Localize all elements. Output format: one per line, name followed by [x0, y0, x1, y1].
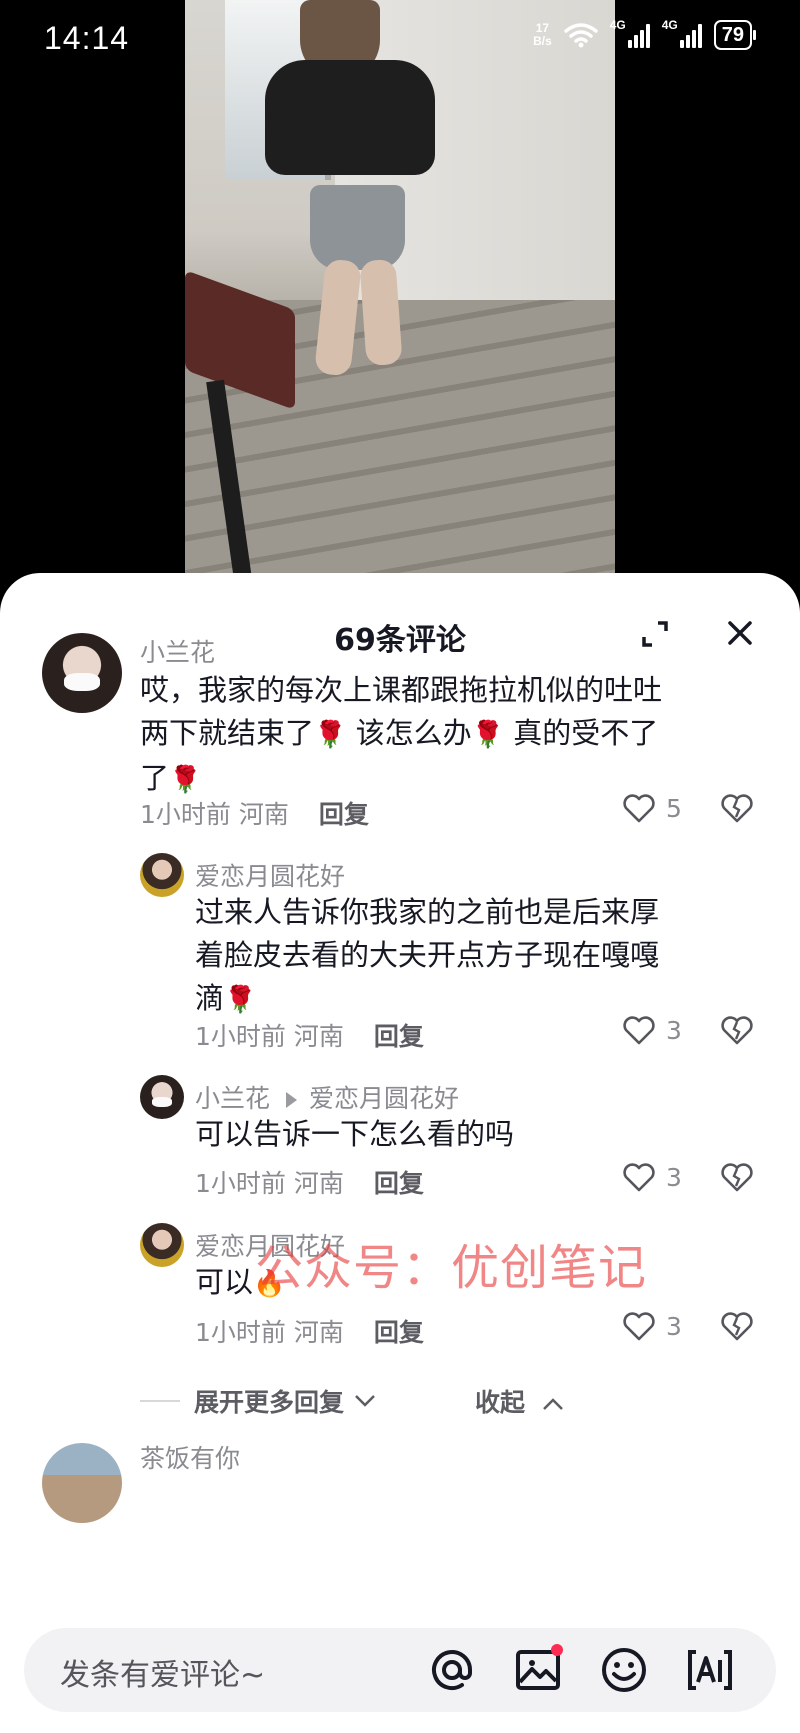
- comment-input[interactable]: 发条有爱评论~: [24, 1628, 776, 1712]
- image-icon[interactable]: [510, 1642, 566, 1698]
- comment-input-bar: 发条有爱评论~: [0, 1610, 800, 1733]
- comment-username[interactable]: 茶饭有你: [140, 1439, 240, 1475]
- like-count: 3: [666, 1162, 682, 1192]
- sim1-tag: 4G: [609, 18, 626, 32]
- wifi-icon: [564, 23, 598, 48]
- collapse-button[interactable]: 收起: [475, 1383, 564, 1419]
- reply-button[interactable]: 回复: [374, 1169, 424, 1198]
- status-icons: 17 B/s 4G 4G 79: [533, 18, 757, 50]
- divider: [140, 1400, 180, 1402]
- avatar[interactable]: [140, 1075, 184, 1119]
- sim2-tag: 4G: [661, 18, 678, 32]
- expand-more-replies-button[interactable]: 展开更多回复: [140, 1383, 376, 1419]
- like-count: 3: [666, 1311, 682, 1341]
- video-player[interactable]: [185, 0, 615, 575]
- expand-icon[interactable]: [640, 619, 670, 649]
- avatar[interactable]: [140, 1223, 184, 1267]
- comment-text: 哎，我家的每次上课都跟拖拉机似的吐吐 两下就结束了🌹 该怎么办🌹 真的受不了 了…: [140, 669, 770, 802]
- like-button[interactable]: 3: [622, 1162, 682, 1192]
- comment-time-location: 1小时前 河南: [195, 1318, 344, 1347]
- comment-text-line: 两下就结束了🌹 该怎么办🌹 真的受不了: [140, 712, 770, 757]
- heart-icon: [623, 1312, 655, 1341]
- comment-text: 过来人告诉你我家的之前也是后来厚 着脸皮去看的大夫开点方子现在嘎嘎 滴🌹: [195, 891, 775, 1022]
- comment-meta: 1小时前 河南 回复: [195, 1017, 424, 1053]
- reply-target[interactable]: 爱恋月圆花好: [309, 1084, 459, 1113]
- reply-button[interactable]: 回复: [374, 1022, 424, 1051]
- like-button[interactable]: 5: [622, 793, 682, 823]
- close-icon[interactable]: [722, 615, 758, 651]
- rose-emoji: 🌹: [314, 720, 347, 750]
- watermark: 公众号：优创笔记: [255, 1240, 648, 1296]
- status-time: 14:14: [44, 20, 130, 56]
- expand-more-label: 展开更多回复: [194, 1388, 345, 1417]
- reply-button[interactable]: 回复: [319, 800, 369, 829]
- comment-input-placeholder: 发条有爱评论~: [60, 1658, 266, 1693]
- battery-indicator: 79: [713, 20, 757, 50]
- heart-icon: [623, 1016, 655, 1045]
- like-count: 5: [666, 793, 682, 823]
- comment-username: 小兰花 爱恋月圆花好: [195, 1079, 459, 1115]
- comment-text-line: 着脸皮去看的大夫开点方子现在嘎嘎: [195, 938, 660, 972]
- comment-meta: 1小时前 河南 回复: [195, 1164, 424, 1200]
- emoji-icon[interactable]: [596, 1642, 652, 1698]
- reply-button[interactable]: 回复: [374, 1318, 424, 1347]
- signal-icon-sim1: 4G: [610, 18, 650, 48]
- heart-icon: [623, 794, 655, 823]
- heart-icon: [623, 1163, 655, 1192]
- comment-text: 可以告诉一下怎么看的吗: [195, 1117, 515, 1151]
- ai-icon[interactable]: [682, 1642, 738, 1698]
- comment-sheet: 69条评论 小兰花 哎，我家的每次上课都跟拖拉机似的吐吐 两下就结束了🌹 该怎么…: [0, 573, 800, 1733]
- net-speed-unit: B/s: [533, 34, 552, 48]
- comment-meta: 1小时前 河南 回复: [140, 795, 369, 831]
- signal-icon-sim2: 4G: [662, 18, 702, 48]
- comment-username[interactable]: 小兰花: [140, 633, 215, 669]
- comment-meta: 1小时前 河南 回复: [195, 1313, 424, 1349]
- chevron-up-icon: [542, 1398, 563, 1410]
- broken-heart-icon[interactable]: [720, 1015, 754, 1045]
- avatar[interactable]: [42, 633, 122, 713]
- avatar[interactable]: [140, 853, 184, 897]
- like-button[interactable]: 3: [622, 1311, 682, 1341]
- chevron-down-icon: [355, 1395, 375, 1407]
- broken-heart-icon[interactable]: [720, 1162, 754, 1192]
- broken-heart-icon[interactable]: [720, 793, 754, 823]
- comment-count-title: 69条评论: [334, 623, 466, 658]
- net-speed: 17 B/s: [533, 22, 552, 48]
- collapse-label: 收起: [475, 1388, 526, 1417]
- comment-time-location: 1小时前 河南: [195, 1022, 344, 1051]
- comment-text-line: 过来人告诉你我家的之前也是后来厚: [195, 895, 660, 929]
- comment-text-line: 哎，我家的每次上课都跟拖拉机似的吐吐: [140, 673, 663, 707]
- rose-emoji: 🌹: [471, 720, 504, 750]
- at-icon[interactable]: [424, 1642, 480, 1698]
- comment-text-line: 滴🌹: [195, 977, 775, 1022]
- broken-heart-icon[interactable]: [720, 1311, 754, 1341]
- comment-time-location: 1小时前 河南: [195, 1169, 344, 1198]
- reply-arrow-icon: [286, 1092, 298, 1108]
- comment-time-location: 1小时前 河南: [140, 800, 289, 829]
- rose-emoji: 🌹: [224, 985, 257, 1015]
- reply-author[interactable]: 小兰花: [195, 1084, 270, 1113]
- status-bar: 14:14 17 B/s 4G 4G 79: [0, 0, 800, 80]
- avatar[interactable]: [42, 1443, 122, 1523]
- like-button[interactable]: 3: [622, 1015, 682, 1045]
- comment-username[interactable]: 爱恋月圆花好: [195, 857, 345, 893]
- like-count: 3: [666, 1015, 682, 1045]
